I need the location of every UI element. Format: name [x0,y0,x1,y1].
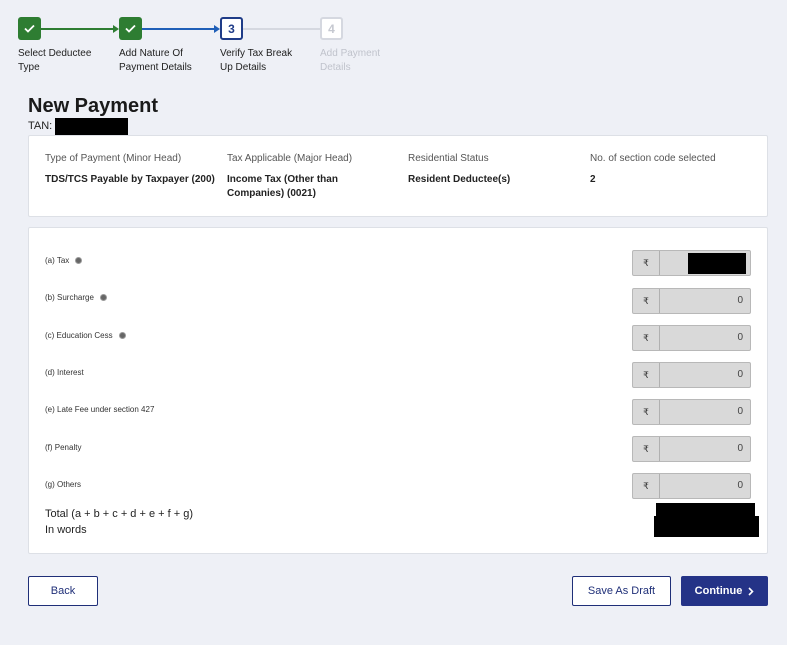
summary-value: Income Tax (Other than Companies) (0021) [227,174,338,199]
step-number: 3 [220,17,243,40]
step-label: Select Deductee Type [18,48,92,73]
rupee-icon: ₹ [633,251,660,275]
penalty-amount-field: ₹ 0 [632,436,751,462]
total-section: Total (a + b + c + d + e + f + g) In wor… [45,506,193,538]
total-value-redacted [656,503,755,517]
amount-value: 0 [737,480,743,491]
summary-header: Tax Applicable (Major Head) [227,153,353,164]
save-as-draft-button[interactable]: Save As Draft [572,576,671,606]
check-icon [18,17,41,40]
others-amount-field: ₹ 0 [632,473,751,499]
tax-breakup-card: (a) Tax ₹ (b) Surcharge ₹ 0 (c) Educatio… [28,227,768,554]
summary-header: No. of section code selected [590,153,716,164]
step-number: 4 [320,17,343,40]
payment-summary-card: Type of Payment (Minor Head) TDS/TCS Pay… [28,135,768,217]
amount-value: 0 [737,295,743,306]
row-interest: (d) Interest [45,368,84,377]
step-connector [243,28,320,30]
rupee-icon: ₹ [633,363,660,387]
total-label: Total (a + b + c + d + e + f + g) [45,508,193,520]
step-label: Add Payment Details [320,48,381,73]
rupee-icon: ₹ [633,400,660,424]
summary-header: Type of Payment (Minor Head) [45,153,182,164]
rupee-icon: ₹ [633,437,660,461]
info-icon[interactable] [75,257,83,264]
summary-value: Resident Deductee(s) [408,174,511,185]
in-words-label: In words [45,524,87,536]
step-label: Add Nature Of Payment Details [119,48,192,73]
amount-value: 0 [737,369,743,380]
summary-major-head: Tax Applicable (Major Head) Income Tax (… [227,153,387,201]
row-tax: (a) Tax [45,256,83,265]
row-label: (f) Penalty [45,443,82,452]
continue-label: Continue [694,585,743,597]
amount-value: 0 [737,443,743,454]
row-label: (a) Tax [45,256,70,265]
summary-minor-head: Type of Payment (Minor Head) TDS/TCS Pay… [45,153,220,187]
in-words-value-redacted [654,516,759,537]
row-label: (e) Late Fee under section 427 [45,405,155,414]
row-penalty: (f) Penalty [45,443,81,452]
step-connector [142,28,214,30]
education-cess-amount-field: ₹ 0 [632,325,751,351]
summary-residential-status: Residential Status Resident Deductee(s) [408,153,583,187]
amount-value: 0 [737,332,743,343]
step-label: Verify Tax Break Up Details [220,48,293,73]
row-label: (g) Others [45,480,82,489]
interest-amount-field: ₹ 0 [632,362,751,388]
summary-value: TDS/TCS Payable by Taxpayer (200) [45,174,215,185]
rupee-icon: ₹ [633,289,660,313]
check-icon [119,17,142,40]
row-late-fee: (e) Late Fee under section 427 [45,405,154,414]
row-surcharge: (b) Surcharge [45,293,107,302]
info-icon[interactable] [118,332,126,339]
summary-value: 2 [590,174,596,185]
rupee-icon: ₹ [633,326,660,350]
row-label: (b) Surcharge [45,293,94,302]
info-icon[interactable] [99,294,107,301]
rupee-icon: ₹ [633,474,660,498]
step-connector [41,28,113,30]
tax-value-redacted [688,253,746,274]
row-education-cess: (c) Education Cess [45,331,126,340]
row-label: (c) Education Cess [45,331,113,340]
summary-section-count: No. of section code selected 2 [590,153,765,187]
summary-header: Residential Status [408,153,489,164]
late-fee-amount-field: ₹ 0 [632,399,751,425]
chevron-right-icon [748,586,754,596]
back-button[interactable]: Back [28,576,98,606]
amount-value: 0 [737,406,743,417]
tan-label: TAN: [28,120,53,132]
continue-button[interactable]: Continue [681,576,768,606]
row-others: (g) Others [45,480,81,489]
surcharge-amount-field: ₹ 0 [632,288,751,314]
row-label: (d) Interest [45,368,84,377]
page-title: New Payment [28,95,159,117]
